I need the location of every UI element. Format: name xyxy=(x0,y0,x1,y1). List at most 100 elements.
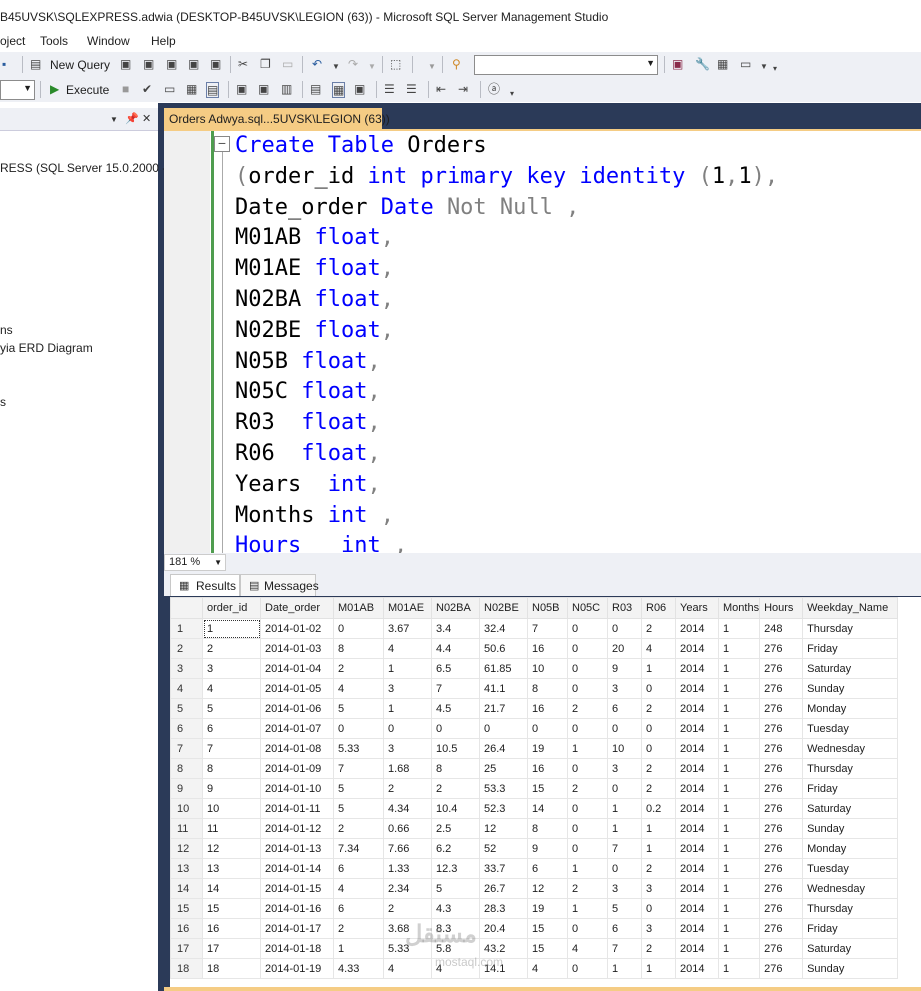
table-cell[interactable]: 2 xyxy=(567,878,608,899)
row-number[interactable]: 2 xyxy=(170,638,203,659)
table-cell[interactable]: 1 xyxy=(333,938,384,959)
table-cell[interactable]: 16 xyxy=(527,698,568,719)
table-cell[interactable]: 2 xyxy=(431,778,480,799)
table-cell[interactable]: 2014 xyxy=(675,858,719,879)
client-statistics-icon[interactable]: ▥ xyxy=(281,82,292,96)
table-cell[interactable]: 1 xyxy=(567,738,608,759)
table-cell[interactable]: 0 xyxy=(567,818,608,839)
table-cell[interactable]: 52.3 xyxy=(479,798,528,819)
table-cell[interactable]: Monday xyxy=(802,698,899,719)
table-cell[interactable]: 28.3 xyxy=(479,898,528,919)
uncomment-icon[interactable]: ☰ xyxy=(406,82,417,96)
table-cell[interactable]: 0 xyxy=(641,678,676,699)
table-row[interactable]: 5 5 2014-01-06 5 1 4.5 21.7 16 2 6 2 2014 1 276 Monday xyxy=(170,698,899,719)
tree-item[interactable]: ns xyxy=(0,323,13,337)
table-row[interactable]: 1 1 2014-01-02 0 3.67 3.4 32.4 7 0 0 2 2014 1 248 Thur… xyxy=(170,618,899,639)
table-cell[interactable]: Sunday xyxy=(802,818,899,839)
table-cell[interactable]: 10.4 xyxy=(431,798,480,819)
table-cell[interactable]: Friday xyxy=(802,638,899,659)
table-cell[interactable]: Thursday xyxy=(802,758,899,779)
table-cell[interactable]: 2014 xyxy=(675,678,719,699)
activity-monitor-icon[interactable]: ⬚ xyxy=(390,57,401,71)
table-row[interactable]: 10 10 2014-01-11 5 4.34 10.4 52.3 14 0 1 0.2 2014 1 2… xyxy=(170,798,899,819)
table-cell[interactable]: 4 xyxy=(567,938,608,959)
table-cell[interactable]: 15 xyxy=(527,918,568,939)
table-cell[interactable]: 16 xyxy=(202,918,261,939)
table-cell[interactable]: 2014 xyxy=(675,798,719,819)
table-cell[interactable]: 9 xyxy=(202,778,261,799)
column-header[interactable]: N05B xyxy=(527,597,568,619)
column-header[interactable]: Date_order xyxy=(260,597,334,619)
table-cell[interactable]: 7 xyxy=(607,838,642,859)
row-number[interactable]: 7 xyxy=(170,738,203,759)
table-cell[interactable]: 1 xyxy=(717,618,761,639)
table-cell[interactable]: 2014 xyxy=(675,958,719,979)
table-cell[interactable]: 2014 xyxy=(675,838,719,859)
table-cell[interactable]: Tuesday xyxy=(802,858,899,879)
tree-item-server[interactable]: RESS (SQL Server 15.0.2000 - D xyxy=(0,161,178,175)
solution-explorer-icon[interactable]: ▣ xyxy=(672,57,683,71)
table-cell[interactable]: 2 xyxy=(641,858,676,879)
table-cell[interactable]: 2 xyxy=(641,938,676,959)
table-cell[interactable]: 0 xyxy=(641,738,676,759)
table-cell[interactable]: 276 xyxy=(759,758,804,779)
table-cell[interactable]: 5 xyxy=(333,698,384,719)
table-cell[interactable]: 4 xyxy=(641,638,676,659)
table-cell[interactable]: 1 xyxy=(717,838,761,859)
save-icon[interactable]: ▪ xyxy=(2,57,6,71)
table-cell[interactable]: 4.3 xyxy=(431,898,480,919)
intellisense-icon[interactable]: ▣ xyxy=(236,82,247,96)
table-cell[interactable]: 4.5 xyxy=(431,698,480,719)
table-cell[interactable]: 2014 xyxy=(675,778,719,799)
properties-wrench-icon[interactable]: 🔧 xyxy=(695,57,710,71)
increase-indent-icon[interactable]: ⇥ xyxy=(458,82,468,96)
chevron-down-icon[interactable]: ▼ xyxy=(110,115,118,124)
table-cell[interactable]: 5 xyxy=(431,878,480,899)
table-cell[interactable]: 2014 xyxy=(675,898,719,919)
paste-icon[interactable]: ▭ xyxy=(282,57,293,71)
database-selector[interactable]: ▼ xyxy=(0,80,35,100)
table-cell[interactable]: 2014-01-16 xyxy=(260,898,334,919)
column-header[interactable]: M01AB xyxy=(333,597,384,619)
table-cell[interactable]: 2 xyxy=(383,778,432,799)
table-cell[interactable]: 53.3 xyxy=(479,778,528,799)
table-cell[interactable]: 2014-01-06 xyxy=(260,698,334,719)
table-cell[interactable]: 20 xyxy=(607,638,642,659)
table-cell[interactable]: 4.33 xyxy=(333,958,384,979)
column-header[interactable]: order_id xyxy=(202,597,261,619)
results-to-text-icon[interactable]: ▤ xyxy=(310,82,321,96)
close-icon[interactable]: ✕ xyxy=(142,112,151,125)
chevron-down-icon[interactable]: ▼ xyxy=(332,60,340,74)
table-cell[interactable]: 2014-01-07 xyxy=(260,718,334,739)
table-cell[interactable]: 10.5 xyxy=(431,738,480,759)
table-cell[interactable]: Thursday xyxy=(802,898,899,919)
table-cell[interactable]: 3 xyxy=(607,758,642,779)
table-cell[interactable]: 12 xyxy=(479,818,528,839)
column-header[interactable]: N05C xyxy=(567,597,608,619)
row-number[interactable]: 9 xyxy=(170,778,203,799)
table-cell[interactable]: Wednesday xyxy=(802,878,899,899)
table-cell[interactable]: 12 xyxy=(527,878,568,899)
new-query-button[interactable]: New Query xyxy=(50,58,110,72)
table-cell[interactable]: 15 xyxy=(527,938,568,959)
table-cell[interactable]: 0 xyxy=(479,718,528,739)
column-header[interactable]: R06 xyxy=(641,597,676,619)
chevron-down-icon[interactable]: ▼ xyxy=(428,60,436,74)
table-cell[interactable]: 0 xyxy=(607,778,642,799)
table-cell[interactable]: 10 xyxy=(607,738,642,759)
table-cell[interactable]: 0 xyxy=(431,718,480,739)
table-cell[interactable]: 2 xyxy=(333,658,384,679)
table-cell[interactable]: 6 xyxy=(607,918,642,939)
menu-item-tools[interactable]: Tools xyxy=(40,34,68,48)
table-cell[interactable]: Sunday xyxy=(802,678,899,699)
table-cell[interactable]: 2014-01-15 xyxy=(260,878,334,899)
table-cell[interactable]: Wednesday xyxy=(802,738,899,759)
table-cell[interactable]: 0 xyxy=(333,718,384,739)
find-icon[interactable]: ⚲ xyxy=(452,57,461,71)
toolbar-overflow-icon[interactable]: ▾ xyxy=(773,62,777,76)
toolbar-overflow-icon[interactable]: ▾ xyxy=(510,87,514,101)
table-cell[interactable]: 5 xyxy=(607,898,642,919)
table-cell[interactable]: 2014-01-03 xyxy=(260,638,334,659)
table-cell[interactable]: Thursday xyxy=(802,618,899,639)
table-cell[interactable]: 2014 xyxy=(675,938,719,959)
